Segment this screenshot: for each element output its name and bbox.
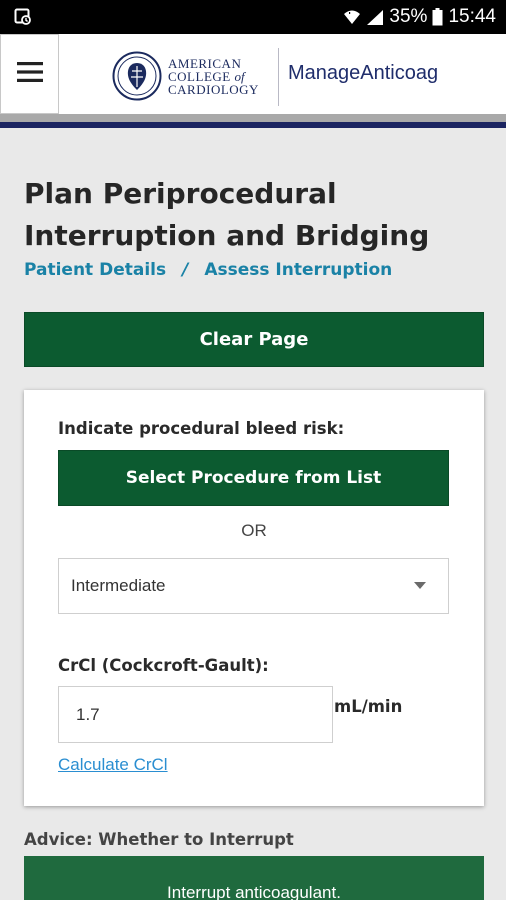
page-title: Plan Periprocedural Interruption and Bri… [24, 177, 430, 252]
crcl-label: CrCl (Cockcroft-Gault): [58, 656, 269, 675]
header-divider [0, 114, 506, 122]
acc-seal-icon [112, 51, 162, 101]
caret-down-icon [414, 582, 426, 589]
advice-label: Advice: Whether to Interrupt [24, 830, 294, 849]
image-notification-icon [14, 8, 32, 26]
acc-logo: AMERICAN COLLEGE of CARDIOLOGY [112, 46, 259, 106]
clock: 15:44 [448, 6, 496, 27]
advice-result-box: Interrupt anticoagulant. [24, 856, 484, 900]
header-accent-bar [0, 122, 506, 128]
acc-wordmark: AMERICAN COLLEGE of CARDIOLOGY [168, 55, 259, 97]
battery-percent: 35% [389, 6, 428, 27]
status-bar: 35% 15:44 [0, 0, 506, 34]
crcl-unit: mL/min [334, 697, 403, 716]
app-header: AMERICAN COLLEGE of CARDIOLOGY ManageAnt… [0, 34, 506, 122]
battery-icon [432, 8, 443, 26]
clear-page-button[interactable]: Clear Page [24, 312, 484, 367]
logo-divider [278, 48, 279, 106]
crcl-input[interactable] [58, 686, 333, 743]
select-procedure-button[interactable]: Select Procedure from List [58, 450, 449, 506]
advice-text: Interrupt anticoagulant. [167, 883, 341, 900]
wifi-icon [343, 9, 361, 25]
breadcrumb: Patient Details / Assess Interruption [24, 260, 392, 280]
app-name: ManageAnticoag [288, 62, 439, 84]
bleed-risk-dropdown[interactable]: Intermediate [58, 558, 449, 614]
breadcrumb-separator: / [182, 260, 189, 280]
breadcrumb-assess-interruption[interactable]: Assess Interruption [204, 260, 392, 280]
menu-button[interactable] [0, 34, 59, 114]
calculate-crcl-link[interactable]: Calculate CrCl [58, 755, 168, 775]
or-divider-text: OR [241, 521, 267, 540]
signal-icon [366, 9, 384, 26]
hamburger-menu-icon [16, 62, 43, 86]
bleed-risk-label: Indicate procedural bleed risk: [58, 419, 345, 438]
bleed-risk-card: Indicate procedural bleed risk: Select P… [24, 390, 484, 806]
breadcrumb-patient-details[interactable]: Patient Details [24, 260, 166, 280]
bleed-risk-selected-value: Intermediate [71, 576, 166, 595]
